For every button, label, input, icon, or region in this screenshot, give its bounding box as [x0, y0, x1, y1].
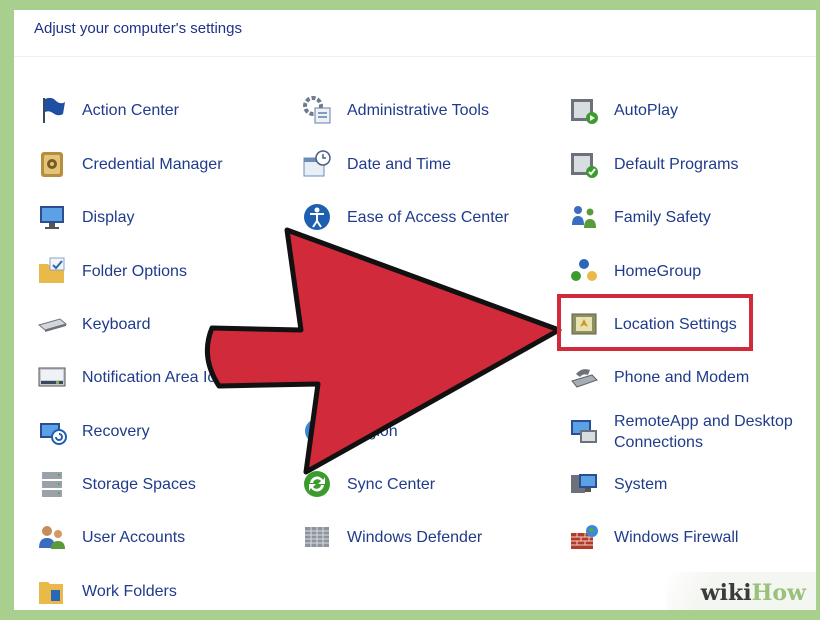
item-notification-area-icons[interactable]: Notification Area Icons — [36, 359, 241, 395]
item-label: Credential Manager — [82, 155, 223, 173]
item-label: Ease of Access Center — [347, 208, 509, 226]
hidden-item-icon — [301, 255, 333, 287]
watermark-how: How — [751, 580, 806, 606]
item-label: Phone and Modem — [614, 368, 750, 386]
item-default-programs[interactable]: Default Programs — [568, 146, 739, 182]
item-folder-options[interactable]: Folder Options — [36, 253, 187, 289]
remoteapp-icon — [568, 416, 600, 448]
item-action-center[interactable]: Action Center — [36, 92, 179, 128]
homegroup-icon — [568, 255, 600, 287]
firewall-icon — [568, 521, 600, 553]
region-icon — [301, 415, 333, 447]
item-user-accounts[interactable]: User Accounts — [36, 519, 185, 555]
folder-options-icon — [36, 255, 68, 287]
item-windows-defender[interactable]: Windows Defender — [301, 519, 482, 555]
item-region[interactable]: Region — [301, 413, 398, 449]
location-settings-icon — [568, 308, 600, 340]
item-storage-spaces[interactable]: Storage Spaces — [36, 466, 196, 502]
item-label: AutoPlay — [614, 101, 679, 119]
hidden-item-icon — [301, 361, 333, 393]
item-label: RemoteApp and Desktop Connections — [614, 413, 793, 451]
item-keyboard[interactable]: Keyboard — [36, 306, 151, 342]
sync-center-icon — [301, 468, 333, 500]
item-label: Recovery — [82, 422, 150, 440]
item-system[interactable]: System — [568, 466, 667, 502]
item-label: System — [614, 475, 668, 493]
item-remoteapp-desktop-connections[interactable]: RemoteApp and Desktop Connections — [568, 405, 814, 459]
family-safety-icon — [568, 201, 600, 233]
item-location-settings[interactable]: Location Settings — [568, 306, 737, 342]
item-label: Notification Area Icons — [82, 368, 242, 386]
header-divider — [14, 56, 816, 57]
recovery-icon — [36, 415, 68, 447]
item-credential-manager[interactable]: Credential Manager — [36, 146, 223, 182]
item-label: Action Center — [82, 101, 179, 119]
watermark-wiki: wiki — [700, 580, 752, 606]
work-folders-icon — [36, 575, 68, 607]
item-label: Windows Defender — [347, 528, 483, 546]
system-icon — [568, 468, 600, 500]
user-accounts-icon — [36, 521, 68, 553]
item-hidden-behind-arrow[interactable] — [301, 359, 347, 395]
calendar-clock-icon — [301, 148, 333, 180]
default-programs-icon — [568, 148, 600, 180]
keyboard-icon — [36, 308, 68, 340]
item-label: Region — [347, 422, 398, 440]
action-center-flag-icon — [36, 94, 68, 126]
credential-vault-icon — [36, 148, 68, 180]
control-panel-window: Adjust your computer's settings Action C… — [14, 10, 816, 610]
item-label: Work Folders — [82, 582, 177, 600]
administrative-tools-icon — [301, 94, 333, 126]
wikihow-watermark: wiki How — [666, 572, 816, 610]
item-label: HomeGroup — [614, 262, 702, 280]
notification-tray-icon — [36, 361, 68, 393]
item-sync-center[interactable]: Sync Center — [301, 466, 435, 502]
item-label: Windows Firewall — [614, 528, 739, 546]
item-label: Date and Time — [347, 155, 452, 173]
monitor-icon — [36, 201, 68, 233]
item-label: Keyboard — [82, 315, 151, 333]
item-label: Folder Options — [82, 262, 187, 280]
item-label: Sync Center — [347, 475, 436, 493]
item-display[interactable]: Display — [36, 199, 134, 235]
item-administrative-tools[interactable]: Administrative Tools — [301, 92, 489, 128]
item-phone-and-modem[interactable]: Phone and Modem — [568, 359, 749, 395]
item-label: Display — [82, 208, 135, 226]
item-label: User Accounts — [82, 528, 186, 546]
item-label: Storage Spaces — [82, 475, 196, 493]
item-work-folders[interactable]: Work Folders — [36, 573, 177, 609]
item-label: Administrative Tools — [347, 101, 489, 119]
item-label: Default Programs — [614, 155, 739, 173]
item-family-safety[interactable]: Family Safety — [568, 199, 711, 235]
item-label: Family Safety — [614, 208, 711, 226]
item-hidden-behind-arrow[interactable] — [301, 253, 347, 289]
autoplay-icon — [568, 94, 600, 126]
item-date-and-time[interactable]: Date and Time — [301, 146, 451, 182]
item-label: Location Settings — [614, 315, 737, 333]
hidden-item-icon — [301, 308, 333, 340]
item-windows-firewall[interactable]: Windows Firewall — [568, 519, 738, 555]
item-homegroup[interactable]: HomeGroup — [568, 253, 701, 289]
storage-drives-icon — [36, 468, 68, 500]
item-autoplay[interactable]: AutoPlay — [568, 92, 678, 128]
item-recovery[interactable]: Recovery — [36, 413, 150, 449]
phone-modem-icon — [568, 361, 600, 393]
item-ease-of-access-center[interactable]: Ease of Access Center — [301, 199, 509, 235]
item-hidden-behind-arrow[interactable] — [301, 306, 347, 342]
ease-of-access-icon — [301, 201, 333, 233]
page-title: Adjust your computer's settings — [34, 20, 242, 37]
windows-defender-icon — [301, 521, 333, 553]
